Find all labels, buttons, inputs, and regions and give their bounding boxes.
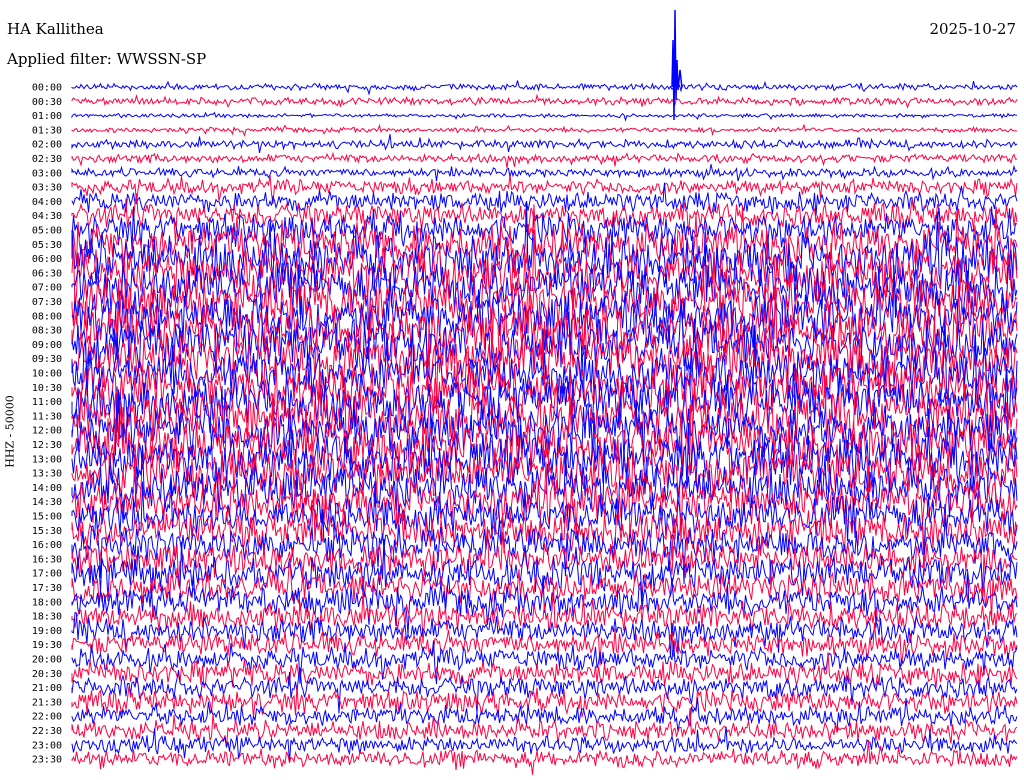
row-time-label: 09:00 xyxy=(32,340,62,351)
row-time-label: 01:30 xyxy=(32,125,62,136)
row-time-label: 18:30 xyxy=(32,612,62,623)
row-time-label: 03:30 xyxy=(32,183,62,194)
row-time-label: 14:30 xyxy=(32,497,62,508)
trace-row xyxy=(71,697,1018,733)
row-time-label: 23:30 xyxy=(32,755,62,766)
row-time-label: 08:30 xyxy=(32,326,62,337)
row-time-label: 22:00 xyxy=(32,712,62,723)
row-time-label: 02:30 xyxy=(32,154,62,165)
helicorder-plot: 00:00 00:30 01:00 01:30 02:00 02:30 03:00 03:30… xyxy=(32,9,1018,775)
row-time-label: 18:00 xyxy=(32,597,62,608)
row-time-label: 20:30 xyxy=(32,669,62,680)
trace-row xyxy=(71,164,1018,182)
row-time-label: 05:30 xyxy=(32,240,62,251)
row-time-label: 12:00 xyxy=(32,426,62,437)
row-time-label: 10:30 xyxy=(32,383,62,394)
row-time-label: 04:00 xyxy=(32,197,62,208)
row-time-label: 07:00 xyxy=(32,283,62,294)
row-time-label: 20:00 xyxy=(32,655,62,666)
row-time-label: 12:30 xyxy=(32,440,62,451)
event-spike xyxy=(671,9,683,121)
row-time-label: 13:00 xyxy=(32,454,62,465)
trace-row xyxy=(71,134,1018,154)
row-time-label: 07:30 xyxy=(32,297,62,308)
row-time-label: 15:30 xyxy=(32,526,62,537)
row-time-label: 17:00 xyxy=(32,569,62,580)
row-time-label: 05:00 xyxy=(32,226,62,237)
row-time-label: 01:00 xyxy=(32,111,62,122)
row-time-label: 04:30 xyxy=(32,211,62,222)
trace-row xyxy=(71,174,1018,204)
row-time-label: 06:30 xyxy=(32,268,62,279)
row-time-label: 21:00 xyxy=(32,683,62,694)
trace-row xyxy=(71,111,1018,122)
row-time-label: 17:30 xyxy=(32,583,62,594)
trace-row xyxy=(71,123,1018,138)
trace-row xyxy=(71,80,1018,96)
row-time-label: 15:00 xyxy=(32,512,62,523)
row-time-label: 09:30 xyxy=(32,354,62,365)
row-time-label: 16:30 xyxy=(32,554,62,565)
row-time-label: 03:00 xyxy=(32,168,62,179)
row-time-label: 06:00 xyxy=(32,254,62,265)
row-time-label: 22:30 xyxy=(32,726,62,737)
row-time-label: 14:00 xyxy=(32,483,62,494)
row-time-label: 19:00 xyxy=(32,626,62,637)
row-time-label: 02:00 xyxy=(32,140,62,151)
seismogram-page: HA Kallithea 2025-10-27 Applied filter: … xyxy=(0,0,1024,780)
row-time-label: 10:00 xyxy=(32,369,62,380)
row-time-label: 00:30 xyxy=(32,97,62,108)
row-time-label: 00:00 xyxy=(32,83,62,94)
row-time-label: 19:30 xyxy=(32,640,62,651)
row-time-label: 16:00 xyxy=(32,540,62,551)
row-time-label: 23:00 xyxy=(32,740,62,751)
row-time-label: 21:30 xyxy=(32,697,62,708)
row-time-label: 11:00 xyxy=(32,397,62,408)
row-time-label: 11:30 xyxy=(32,411,62,422)
row-time-label: 13:30 xyxy=(32,469,62,480)
trace-row xyxy=(71,151,1017,168)
trace-row xyxy=(71,93,1018,109)
row-time-label: 08:00 xyxy=(32,311,62,322)
trace-row xyxy=(71,685,1018,718)
